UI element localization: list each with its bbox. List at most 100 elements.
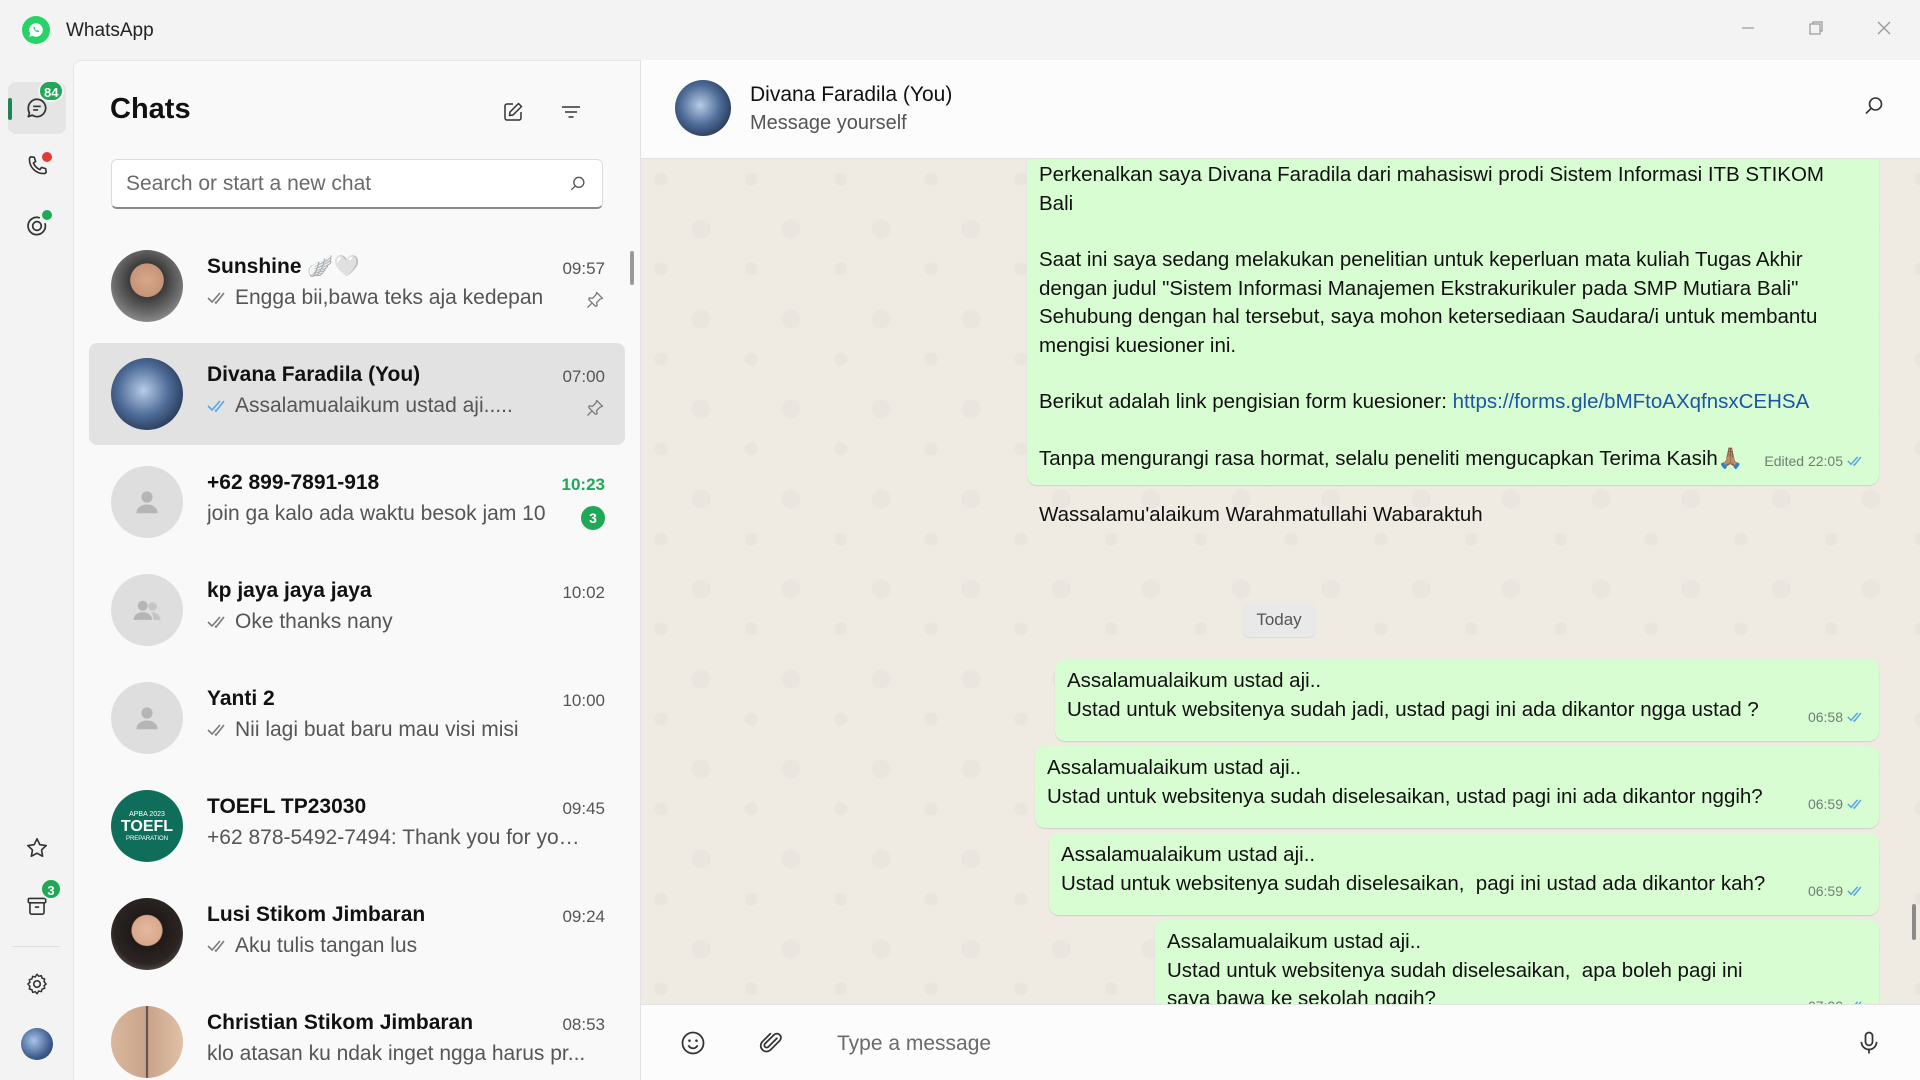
chat-preview-text: +62 878-5492-7494: Thank you for your at…: [207, 826, 587, 849]
rail-starred-button[interactable]: [8, 822, 66, 874]
rail-settings-button[interactable]: [8, 958, 66, 1010]
unread-count-badge: 3: [581, 506, 605, 530]
chat-name: Yanti 2: [207, 687, 275, 710]
message-paragraph: Tanpa mengurangi rasa hormat, selalu pen…: [1039, 446, 1744, 470]
message-scrollbar[interactable]: [1912, 904, 1916, 940]
chat-time: 10:02: [562, 583, 605, 602]
message-line: Ustad untuk websitenya sudah diselesaika…: [1167, 958, 1749, 1005]
conversation-header[interactable]: Divana Faradila (You) Message yourself: [641, 60, 1920, 159]
avatar: [111, 466, 183, 538]
chat-name: kp jaya jaya jaya: [207, 579, 372, 602]
avatar: [111, 898, 183, 970]
message-bubble[interactable]: Perkenalkan saya Divana Faradila dari ma…: [1027, 159, 1879, 526]
rail-status-button[interactable]: [8, 200, 66, 252]
pin-icon: [585, 398, 605, 423]
message-composer: [641, 1004, 1920, 1080]
chat-name: Christian Stikom Jimbaran: [207, 1011, 474, 1034]
chat-preview: join ga kalo ada waktu besok jam 10: [207, 502, 587, 526]
chat-item-kp-jaya[interactable]: kp jaya jaya jaya 10:02 Oke thanks nany: [89, 559, 625, 661]
calls-notification-dot: [42, 152, 52, 162]
chat-time: 09:24: [562, 907, 605, 926]
filter-button[interactable]: [554, 95, 588, 129]
archived-count-badge: 3: [40, 878, 62, 900]
chat-name: Divana Faradila (You): [207, 363, 421, 386]
paperclip-icon: [759, 1032, 782, 1053]
new-chat-button[interactable]: [496, 95, 530, 129]
chats-heading: Chats: [110, 93, 191, 125]
message-bubble[interactable]: Assalamualaikum ustad aji.. Ustad untuk …: [1049, 833, 1879, 915]
profile-avatar: [21, 1028, 53, 1060]
chat-preview: Oke thanks nany: [207, 610, 587, 634]
message-line: Assalamualaikum ustad aji..: [1061, 843, 1316, 866]
avatar-top-text: APBA 2023: [129, 810, 165, 818]
pin-icon: [585, 290, 605, 315]
search-icon: [1865, 97, 1883, 115]
message-paragraph: Perkenalkan saya Divana Faradila dari ma…: [1039, 163, 1830, 215]
chat-preview-text: Aku tulis tangan lus: [235, 934, 418, 957]
chat-time: 10:00: [562, 691, 605, 710]
message-bubble[interactable]: Assalamualaikum ustad aji.. Ustad untuk …: [1155, 920, 1879, 1004]
avatar-bottom-text: PREPARATION: [125, 835, 169, 842]
chat-item-christian-stikom[interactable]: Christian Stikom Jimbaran 08:53 klo atas…: [89, 991, 625, 1080]
navigation-rail: 84 3: [0, 60, 73, 1080]
chat-list-scrollbar[interactable]: [630, 251, 634, 285]
rail-profile-button[interactable]: [8, 1018, 66, 1070]
rail-chats-button[interactable]: 84: [8, 80, 66, 134]
message-area[interactable]: Perkenalkan saya Divana Faradila dari ma…: [641, 159, 1920, 1004]
message-bubble[interactable]: Assalamualaikum ustad aji.. Ustad untuk …: [1035, 746, 1879, 828]
chat-item-unknown-number[interactable]: +62 899-7891-918 10:23 join ga kalo ada …: [89, 451, 625, 553]
rail-calls-button[interactable]: [8, 140, 66, 192]
chat-name: Sunshine 🪽🤍: [207, 255, 360, 278]
close-window-button[interactable]: [1854, 8, 1914, 48]
chat-item-lusi-stikom[interactable]: Lusi Stikom Jimbaran 09:24 Aku tulis tan…: [89, 883, 625, 985]
message-line: Assalamualaikum ustad aji..: [1167, 930, 1422, 953]
chat-time: 09:45: [562, 799, 605, 818]
message-meta: 07:00: [1808, 992, 1865, 1005]
restore-button[interactable]: [1786, 8, 1846, 48]
avatar: [111, 682, 183, 754]
search-in-chat-button[interactable]: [1862, 94, 1886, 123]
status-update-dot: [42, 210, 52, 220]
message-bubble[interactable]: Assalamualaikum ustad aji.. Ustad untuk …: [1055, 659, 1879, 741]
message-meta: Edited 22:05: [1764, 447, 1865, 476]
chat-time: 07:00: [562, 367, 605, 386]
chat-item-divana-faradila[interactable]: Divana Faradila (You) 07:00 Assalamualai…: [89, 343, 625, 445]
message-time: 07:00: [1808, 992, 1843, 1005]
rail-divider: [12, 946, 60, 947]
double-check-blue-icon: [207, 400, 225, 413]
search-box: [111, 159, 603, 209]
search-input[interactable]: [126, 171, 568, 196]
chat-preview-text: Nii lagi buat baru mau visi misi: [235, 718, 519, 741]
message-input[interactable]: [837, 1025, 1737, 1063]
chat-preview: Aku tulis tangan lus: [207, 934, 587, 958]
contact-avatar[interactable]: [675, 80, 731, 136]
message-meta: 06:59: [1808, 790, 1865, 819]
message-paragraph: Berikut adalah link pengisian form kuesi…: [1039, 388, 1863, 417]
message-line: Ustad untuk websitenya sudah diselesaika…: [1061, 871, 1766, 895]
chat-name: +62 899-7891-918: [207, 471, 380, 494]
attach-button[interactable]: [757, 1029, 785, 1062]
voice-message-button[interactable]: [1855, 1029, 1883, 1062]
rail-archived-button[interactable]: 3: [8, 878, 66, 932]
message-meta: 06:58: [1808, 703, 1865, 732]
message-meta: 06:59: [1808, 877, 1865, 906]
message-text: Berikut adalah link pengisian form kuesi…: [1039, 390, 1453, 413]
double-check-icon: [207, 616, 225, 629]
minimize-button[interactable]: [1718, 8, 1778, 48]
chat-item-yanti-2[interactable]: Yanti 2 10:00 Nii lagi buat baru mau vis…: [89, 667, 625, 769]
compose-icon: [504, 102, 523, 121]
chat-item-toefl[interactable]: APBA 2023 TOEFL PREPARATION TOEFL TP2303…: [89, 775, 625, 877]
message-time: 06:59: [1807, 795, 1843, 812]
search-icon[interactable]: [568, 174, 588, 194]
double-check-icon: [207, 292, 225, 305]
chat-preview: Engga bii,bawa teks aja kedepan: [207, 286, 587, 310]
emoji-button[interactable]: [679, 1029, 707, 1062]
form-link[interactable]: https://forms.gle/bMFtoAXqfnsxCEHSA: [1453, 390, 1810, 413]
chat-item-sunshine[interactable]: Sunshine 🪽🤍 09:57 Engga bii,bawa teks aj…: [89, 235, 625, 337]
chat-time: 08:53: [562, 1015, 605, 1034]
message-time: 06:58: [1807, 708, 1843, 725]
person-icon: [136, 491, 158, 514]
double-check-blue-icon: [1847, 456, 1862, 466]
chat-preview: Nii lagi buat baru mau visi misi: [207, 718, 587, 742]
avatar: [111, 250, 183, 322]
